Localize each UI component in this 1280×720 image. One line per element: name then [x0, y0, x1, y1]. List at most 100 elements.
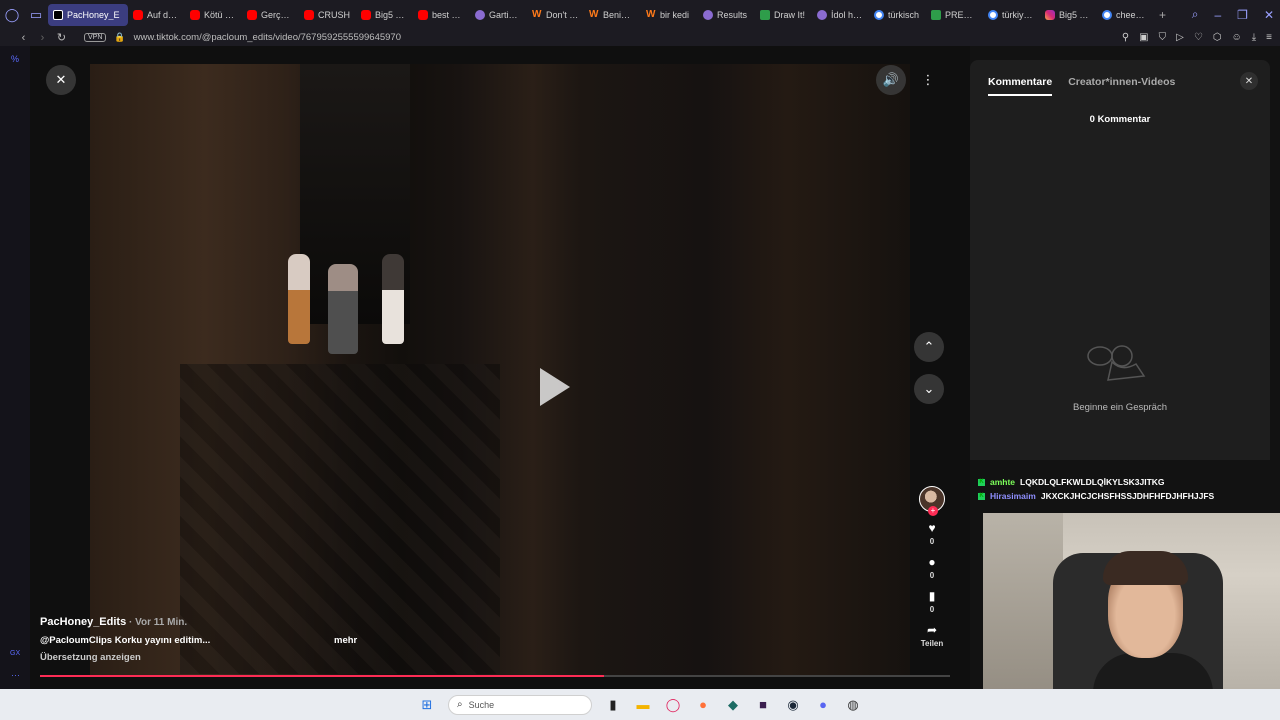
tab-1[interactable]: Auf der /: [128, 4, 185, 26]
like-action[interactable]: ♥ 0: [921, 521, 944, 546]
tab-0[interactable]: PacHoney_E: [48, 3, 128, 26]
tab-label: PREMIE: [945, 9, 978, 20]
follow-plus-icon[interactable]: +: [928, 506, 938, 516]
player-icon[interactable]: ▷: [1176, 32, 1184, 43]
close-window-icon[interactable]: ✕: [1264, 8, 1274, 22]
like-count: 0: [929, 537, 935, 546]
tab-label: İdol hous: [831, 9, 864, 20]
translate-link[interactable]: Übersetzung anzeigen: [40, 652, 141, 663]
snapshot-icon[interactable]: ▣: [1139, 32, 1148, 43]
obs-icon[interactable]: ◍: [844, 696, 862, 714]
chat-username: Hirasimaim: [990, 491, 1036, 501]
misc-favicon-icon: [703, 9, 713, 20]
chat-message: Kamhte LQKDLQLFKWLDLQİKYLSK3JITKG: [978, 477, 1214, 487]
tab-label: Auf der /: [147, 9, 180, 20]
caption-more-link[interactable]: mehr: [334, 635, 357, 646]
tab-18[interactable]: cheese p: [1097, 4, 1154, 26]
tab-4[interactable]: CRUSH: [299, 4, 356, 26]
pin-icon[interactable]: ⚲: [1122, 32, 1129, 43]
close-panel-button[interactable]: ✕: [1240, 72, 1258, 90]
premiere-icon[interactable]: ■: [754, 696, 772, 714]
tab-17[interactable]: Big5 Tür: [1040, 4, 1097, 26]
misc-favicon-icon: [817, 9, 827, 20]
menu-icon[interactable]: ≡: [1266, 32, 1272, 43]
tab-11[interactable]: Results: [698, 4, 755, 26]
bookmark-icon[interactable]: ▮: [929, 589, 936, 603]
bookmark-action[interactable]: ▮ 0: [921, 589, 944, 614]
tab-15[interactable]: PREMIE: [926, 4, 983, 26]
tab-label: Benim M: [603, 9, 636, 20]
tab-10[interactable]: Wbir kedi: [641, 4, 698, 26]
w-favicon-icon: W: [646, 8, 656, 20]
caption-text: @PacloumClips Korku yayını editim...: [40, 635, 211, 646]
tab-8[interactable]: W Don't Da: [527, 4, 584, 26]
new-tab-button[interactable]: +: [1154, 4, 1171, 26]
comment-count: 0 Kommentar: [1089, 114, 1151, 125]
share-icon[interactable]: ➦: [927, 623, 937, 637]
task-view-icon[interactable]: ▮: [604, 696, 622, 714]
tab-creator-videos[interactable]: Creator*innen-Videos: [1068, 76, 1175, 96]
close-video-button[interactable]: ✕: [46, 65, 76, 95]
tab-13[interactable]: İdol hous: [812, 4, 869, 26]
tab-9[interactable]: W Benim M: [584, 4, 641, 26]
reload-icon[interactable]: ↻: [53, 31, 70, 44]
volume-icon[interactable]: 🔊: [876, 65, 906, 95]
download-icon[interactable]: ⤓: [1252, 32, 1256, 43]
extensions-icon[interactable]: ⬡: [1213, 32, 1222, 43]
tab-5[interactable]: Big5 Tür: [356, 4, 413, 26]
caption-username[interactable]: PacHoney_Edits: [40, 616, 126, 628]
youtube-favicon-icon: [133, 9, 143, 20]
browser-window: ◯ ▭ PacHoney_E Auf der / Kötü Çoc Gerçek I C…: [0, 0, 1280, 720]
firefox-icon[interactable]: ●: [694, 696, 712, 714]
bookmark-count: 0: [929, 605, 935, 614]
gx-label[interactable]: GX: [10, 650, 20, 657]
file-explorer-icon[interactable]: ▬: [634, 696, 652, 714]
tab-comments[interactable]: Kommentare: [988, 76, 1053, 96]
tab-7[interactable]: Gartic Pl: [470, 4, 527, 26]
comment-icon[interactable]: ●: [928, 555, 935, 569]
chat-username: amhte: [990, 477, 1016, 487]
tab-12[interactable]: Draw It!: [755, 4, 812, 26]
creator-avatar[interactable]: +: [919, 486, 945, 516]
youtube-favicon-icon: [361, 9, 371, 20]
share-action[interactable]: ➦ Teilen: [921, 623, 944, 648]
discord-icon[interactable]: ●: [814, 696, 832, 714]
tab-menu-icon[interactable]: ▭: [24, 0, 48, 29]
more-options-icon[interactable]: ⋮: [913, 65, 943, 95]
prev-video-button[interactable]: ⌃: [914, 332, 944, 362]
sidebar-control-icon[interactable]: %: [11, 54, 19, 64]
heart-icon[interactable]: ♥: [928, 521, 935, 535]
taskbar-search[interactable]: ⌕ Suche: [448, 694, 592, 715]
tab-14[interactable]: türkisch: [869, 4, 926, 26]
play-icon[interactable]: [540, 368, 570, 406]
forward-icon[interactable]: ›: [34, 32, 51, 44]
vpn-badge[interactable]: VPN: [84, 33, 107, 42]
youtube-favicon-icon: [418, 9, 428, 20]
more-icon[interactable]: ···: [11, 670, 20, 680]
url-field[interactable]: www.tiktok.com/@pacloum_edits/video/7679…: [134, 32, 401, 43]
tab-3[interactable]: Gerçek I: [242, 4, 299, 26]
search-tabs-icon[interactable]: ⌕: [1192, 7, 1199, 22]
minimize-icon[interactable]: –: [1214, 8, 1221, 22]
next-video-button[interactable]: ⌄: [914, 374, 944, 404]
tab-label: CRUSH: [318, 9, 351, 20]
windows-start-icon[interactable]: ⊞: [418, 696, 436, 714]
league-icon[interactable]: ◆: [724, 696, 742, 714]
shield-icon[interactable]: ⛉: [1159, 32, 1167, 43]
back-icon[interactable]: ‹: [15, 32, 32, 44]
opera-gx-icon[interactable]: ◯: [664, 696, 682, 714]
chat-text: JKXCKJHCJCHSFHSSJDHFHFDJHFHJJFS: [1040, 491, 1215, 501]
tab-2[interactable]: Kötü Çoc: [185, 4, 242, 26]
tab-label: cheese p: [1116, 9, 1149, 20]
heart-bookmark-icon[interactable]: ♡: [1194, 32, 1203, 43]
steam-icon[interactable]: ◉: [784, 696, 802, 714]
lock-icon[interactable]: 🔒: [114, 32, 125, 43]
video-frame[interactable]: [90, 64, 910, 676]
tab-6[interactable]: best pas: [413, 4, 470, 26]
tab-16[interactable]: türkiye h: [983, 4, 1040, 26]
comment-action[interactable]: ● 0: [921, 555, 944, 580]
account-icon[interactable]: ☺: [1232, 32, 1242, 43]
video-progress-bar[interactable]: [40, 675, 950, 677]
opera-logo-icon[interactable]: ◯: [0, 0, 24, 29]
restore-icon[interactable]: ❐: [1237, 8, 1248, 22]
